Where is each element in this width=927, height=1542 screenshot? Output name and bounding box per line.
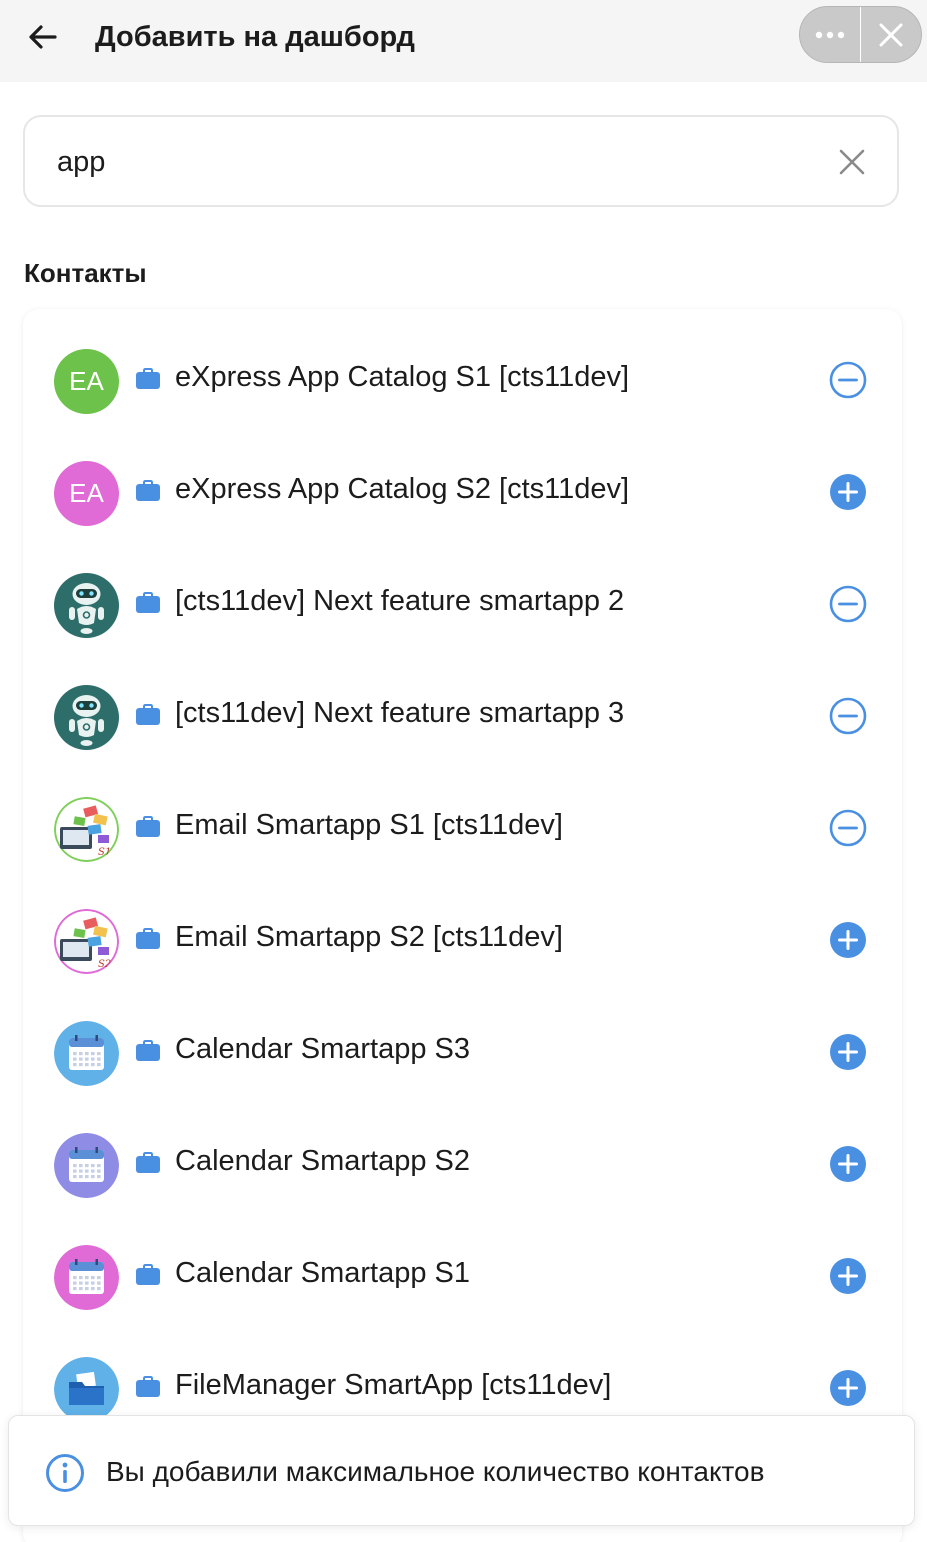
- email-avatar-icon: S1: [54, 797, 119, 862]
- calendar-avatar-icon: [54, 1133, 119, 1198]
- toast-notification: Вы добавили максимальное количество конт…: [8, 1415, 915, 1526]
- minus-circle-icon: [829, 585, 867, 623]
- briefcase-icon: [135, 1040, 161, 1062]
- toast-text: Вы добавили максимальное количество конт…: [106, 1456, 765, 1487]
- briefcase-icon: [135, 928, 161, 950]
- robot-avatar-icon: [54, 685, 119, 750]
- header: Добавить на дашборд: [0, 0, 927, 82]
- remove-button[interactable]: [829, 361, 867, 399]
- contact-avatar: [54, 1133, 119, 1198]
- contact-row[interactable]: EA eXpress App Catalog S1 [cts11dev]: [23, 317, 902, 429]
- section-title: Контакты: [24, 258, 147, 288]
- contact-row[interactable]: EA eXpress App Catalog S2 [cts11dev]: [23, 429, 902, 541]
- add-button[interactable]: [829, 1033, 867, 1071]
- briefcase-icon: [135, 704, 161, 726]
- contact-name: [cts11dev] Next feature smartapp 3: [175, 697, 625, 729]
- contact-row[interactable]: S2 Email Smartapp S2 [cts11dev]: [23, 877, 902, 989]
- search-box: [23, 115, 899, 207]
- briefcase-icon: [135, 816, 161, 838]
- contact-name: FileManager SmartApp [cts11dev]: [175, 1369, 612, 1401]
- contact-avatar: [54, 573, 119, 638]
- contact-avatar: EA: [54, 461, 119, 526]
- plus-circle-icon: [830, 1258, 866, 1294]
- briefcase-icon: [135, 368, 161, 390]
- briefcase-icon: [135, 480, 161, 502]
- calendar-avatar-icon: [54, 1021, 119, 1086]
- more-dots-icon: [815, 31, 844, 38]
- clear-search-button[interactable]: [837, 147, 867, 177]
- contact-avatar: [54, 1245, 119, 1310]
- calendar-avatar-icon: [54, 1245, 119, 1310]
- briefcase-icon: [135, 1264, 161, 1286]
- plus-circle-icon: [830, 922, 866, 958]
- remove-button[interactable]: [829, 809, 867, 847]
- plus-circle-icon: [830, 1034, 866, 1070]
- close-icon: [879, 23, 903, 46]
- add-button[interactable]: [829, 1369, 867, 1407]
- minus-circle-icon: [829, 697, 867, 735]
- minus-circle-icon: [829, 361, 867, 399]
- robot-avatar-icon: [54, 573, 119, 638]
- plus-circle-icon: [830, 1370, 866, 1406]
- contact-avatar: EA: [54, 349, 119, 414]
- plus-circle-icon: [830, 1146, 866, 1182]
- remove-button[interactable]: [829, 585, 867, 623]
- briefcase-icon: [135, 592, 161, 614]
- plus-circle-icon: [830, 474, 866, 510]
- add-button[interactable]: [829, 921, 867, 959]
- info-icon: [46, 1454, 84, 1492]
- search-input[interactable]: [57, 139, 817, 185]
- contacts-list: EA eXpress App Catalog S1 [cts11dev] EA eXp…: [23, 309, 902, 1542]
- back-button[interactable]: [24, 18, 62, 56]
- contact-avatar: [54, 1021, 119, 1086]
- contact-name: Calendar Smartapp S2: [175, 1145, 470, 1177]
- close-button[interactable]: [861, 7, 922, 62]
- contact-name: Calendar Smartapp S1: [175, 1257, 470, 1289]
- contact-name: Email Smartapp S1 [cts11dev]: [175, 809, 563, 841]
- contact-row[interactable]: [cts11dev] Next feature smartapp 2: [23, 541, 902, 653]
- add-button[interactable]: [829, 473, 867, 511]
- minus-circle-icon: [829, 809, 867, 847]
- contact-name: eXpress App Catalog S2 [cts11dev]: [175, 473, 630, 505]
- remove-button[interactable]: [829, 697, 867, 735]
- arrow-left-icon: [29, 25, 57, 49]
- contact-row[interactable]: Calendar Smartapp S1: [23, 1213, 902, 1325]
- contact-row[interactable]: S1 Email Smartapp S1 [cts11dev]: [23, 765, 902, 877]
- add-button[interactable]: [829, 1257, 867, 1295]
- briefcase-icon: [135, 1376, 161, 1398]
- clear-icon: [839, 149, 865, 175]
- svg-text:S1: S1: [98, 847, 111, 858]
- contact-avatar: S1: [54, 797, 119, 862]
- contact-avatar: [54, 1357, 119, 1422]
- email-avatar-icon: S2: [54, 909, 119, 974]
- avatar-initials: EA: [69, 478, 104, 508]
- folder-avatar-icon: [54, 1357, 119, 1422]
- add-button[interactable]: [829, 1145, 867, 1183]
- page-title: Добавить на дашборд: [95, 21, 415, 53]
- contact-row[interactable]: [cts11dev] Next feature smartapp 3: [23, 653, 902, 765]
- contact-row[interactable]: Calendar Smartapp S2: [23, 1101, 902, 1213]
- window-controls: [799, 6, 922, 63]
- contact-row[interactable]: Calendar Smartapp S3: [23, 989, 902, 1101]
- contact-avatar: [54, 685, 119, 750]
- contact-name: [cts11dev] Next feature smartapp 2: [175, 585, 625, 617]
- briefcase-icon: [135, 1152, 161, 1174]
- contact-name: eXpress App Catalog S1 [cts11dev]: [175, 361, 630, 393]
- avatar-initials: EA: [69, 366, 104, 396]
- contact-name: Email Smartapp S2 [cts11dev]: [175, 921, 563, 953]
- more-button[interactable]: [800, 7, 861, 62]
- contact-avatar: S2: [54, 909, 119, 974]
- contact-name: Calendar Smartapp S3: [175, 1033, 470, 1065]
- svg-text:S2: S2: [98, 959, 111, 970]
